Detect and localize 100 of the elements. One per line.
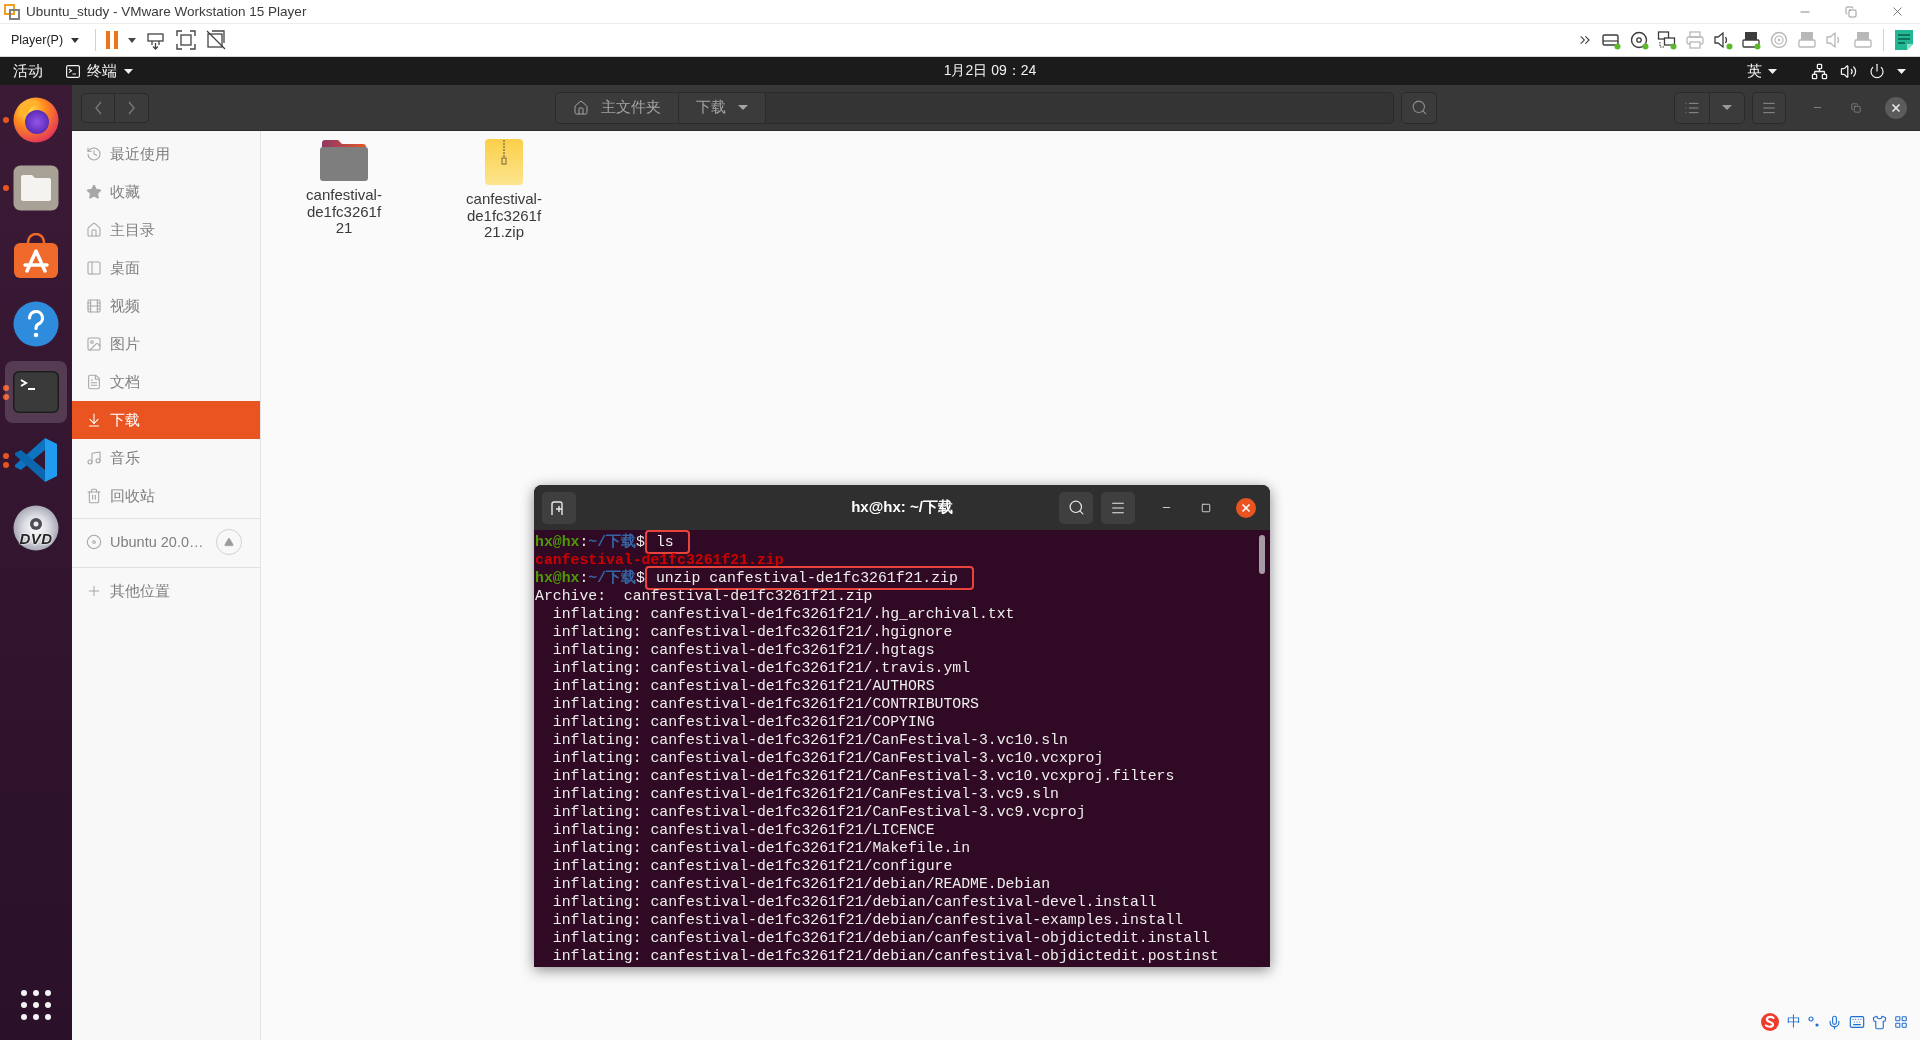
usb-device-icon[interactable]	[1741, 30, 1761, 50]
sidebar-item[interactable]: 最近使用	[72, 135, 260, 173]
sidebar-item[interactable]: 主目录	[72, 211, 260, 249]
output-line: inflating: canfestival-de1fc3261f21/LICENCE	[551, 822, 935, 838]
output-line: Archive: canfestival-de1fc3261f21.zip	[535, 588, 873, 604]
highlighted-command: ls	[644, 530, 690, 554]
output-line: inflating: canfestival-de1fc3261f21/.hgtags	[551, 642, 935, 658]
output-line: inflating: canfestival-de1fc3261f21/CanFestival-3.vc10.sln	[551, 732, 1068, 748]
sidebar-item[interactable]: 音乐	[72, 439, 260, 477]
folder-icon[interactable]	[320, 139, 368, 181]
output-line: inflating: canfestival-de1fc3261f21/.travis.yml	[551, 660, 971, 676]
output-line: inflating: canfestival-de1fc3261f21/configure	[551, 858, 953, 874]
note-icon[interactable]	[1894, 29, 1914, 51]
pause-icon[interactable]	[106, 31, 119, 49]
sidebar-item[interactable]: 收藏	[72, 173, 260, 211]
output-line: inflating: canfestival-de1fc3261f21/debian/canfestival-examples.install	[551, 912, 1184, 928]
help-icon	[13, 301, 59, 347]
sidebar-item[interactable]: 文档	[72, 363, 260, 401]
new-tab-button[interactable]	[542, 491, 576, 524]
file-name[interactable]: canfestival-de1fc3261f21.zip	[464, 191, 544, 241]
caret-icon	[71, 37, 80, 43]
disc-icon	[13, 505, 59, 551]
activities-button[interactable]: 活动	[0, 61, 56, 81]
cd-icon[interactable]	[1629, 30, 1649, 50]
maximize-icon[interactable]	[1201, 502, 1211, 513]
output-line: inflating: canfestival-de1fc3261f21/Makefile.in	[551, 840, 971, 856]
output-line: inflating: canfestival-de1fc3261f21/debian/README.Debian	[551, 876, 1050, 892]
app-grid-icon[interactable]	[21, 990, 51, 1020]
menu-button[interactable]	[1101, 491, 1135, 524]
restore-icon[interactable]	[1851, 102, 1861, 113]
caret-icon	[124, 68, 133, 74]
sidebar-item[interactable]: 桌面	[72, 249, 260, 287]
path-button[interactable]: 下载	[679, 92, 766, 123]
clock[interactable]: 1月2日 09：24	[943, 62, 1037, 80]
output-line: inflating: canfestival-de1fc3261f21/CanFestival-3.vc10.vcxproj	[551, 750, 1104, 766]
network-icon[interactable]	[1811, 62, 1828, 80]
highlighted-command: unzip canfestival-de1fc3261f21.zip	[644, 566, 974, 590]
grid-icon[interactable]	[1894, 1015, 1908, 1029]
input-method-button[interactable]: 英	[1743, 61, 1781, 81]
output-line: inflating: canfestival-de1fc3261f21/COPYING	[551, 714, 935, 730]
volume-icon[interactable]	[1840, 62, 1857, 80]
close-icon[interactable]	[1236, 497, 1256, 518]
prompt: hx@hx:~/下载$	[535, 570, 645, 586]
monitor-arrow-icon[interactable]	[146, 30, 167, 50]
path-button[interactable]: 主文件夹	[556, 92, 679, 123]
player-menu[interactable]: Player(P)	[5, 30, 86, 50]
s-logo-icon[interactable]	[1760, 1012, 1780, 1032]
caret-icon	[1768, 68, 1777, 74]
window-title: Ubuntu_study - VMware Workstation 15 Player	[26, 4, 307, 19]
dock-item[interactable]: DVD	[5, 497, 67, 559]
film-icon	[86, 298, 102, 314]
input-mode[interactable]: 中	[1787, 1013, 1801, 1031]
menu-button[interactable]	[1752, 91, 1786, 124]
speaker-icon[interactable]	[1713, 30, 1733, 50]
download-icon	[86, 412, 102, 428]
image-icon	[86, 336, 102, 352]
home-icon	[573, 99, 589, 116]
view-options-button[interactable]	[1710, 91, 1745, 124]
output-line: inflating: canfestival-de1fc3261f21/CONTRIBUTORS	[551, 696, 979, 712]
output-line: inflating: canfestival-de1fc3261f21/CanFestival-3.vc9.sln	[551, 786, 1059, 802]
power-icon[interactable]	[1869, 63, 1885, 79]
output-line: inflating: canfestival-de1fc3261f21/.hgignore	[551, 624, 953, 640]
sidebar-item[interactable]: 下载	[72, 401, 260, 439]
microphone-icon[interactable]	[1827, 1014, 1842, 1030]
terminal-icon	[13, 371, 59, 413]
search-button[interactable]	[1401, 91, 1437, 124]
sidebar-item[interactable]: Ubuntu 20.0…	[72, 520, 216, 564]
music-note-icon	[86, 450, 102, 466]
eject-icon	[224, 537, 234, 547]
search-icon	[1067, 499, 1085, 516]
home-icon	[86, 222, 102, 238]
caret-icon[interactable]	[128, 37, 137, 43]
caret-icon[interactable]	[1897, 68, 1906, 74]
output-line: inflating: canfestival-de1fc3261f21/debian/canfestival-devel.install	[551, 894, 1157, 910]
search-icon	[1410, 99, 1428, 116]
list-view-button[interactable]	[1674, 91, 1710, 124]
app-menu[interactable]: 终端	[62, 61, 137, 81]
window-title: hx@hx: ~/下载	[851, 498, 953, 517]
shirt-icon[interactable]	[1872, 1014, 1887, 1030]
punctuation-icon[interactable]	[1808, 1016, 1820, 1028]
output-line: inflating: canfestival-de1fc3261f21/debian/canfestival-objdictedit.install	[551, 930, 1210, 946]
prompt: hx@hx:~/下载$	[535, 534, 645, 550]
output-line: inflating: canfestival-de1fc3261f21/.hg_archival.txt	[551, 606, 1015, 622]
sidebar-item[interactable]: 其他位置	[72, 569, 260, 613]
close-icon[interactable]	[1885, 96, 1907, 119]
fullscreen-icon[interactable]	[176, 30, 197, 50]
sidebar-item[interactable]: 图片	[72, 325, 260, 363]
keyboard-icon[interactable]	[1849, 1014, 1865, 1030]
output-line: inflating: canfestival-de1fc3261f21/AUTHORS	[551, 678, 935, 694]
clock-icon	[86, 146, 102, 162]
star-icon	[86, 184, 102, 200]
file-name[interactable]: canfestival-de1fc3261f21	[304, 187, 384, 237]
sidebar-item[interactable]: 视频	[72, 287, 260, 325]
chevron-left-icon	[94, 100, 102, 115]
search-button[interactable]	[1059, 491, 1093, 524]
scrollbar[interactable]	[1259, 535, 1265, 574]
network-icon[interactable]	[1657, 30, 1677, 50]
crossed-window-icon[interactable]	[206, 30, 227, 50]
eject-button[interactable]	[216, 529, 242, 555]
sidebar-item[interactable]: 回收站	[72, 477, 260, 515]
